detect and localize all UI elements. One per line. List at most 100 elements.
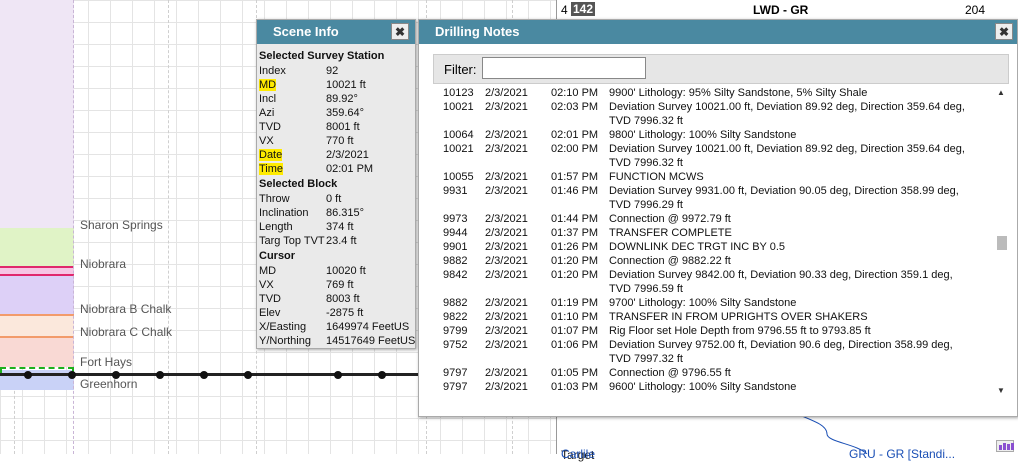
info-label: VX [259,135,274,147]
info-value: 02:01 PM [326,163,374,175]
section-header: Selected Block [259,178,338,190]
info-value: 0 ft [326,193,342,205]
scroll-up-icon[interactable]: ▲ [997,88,1005,97]
note-text: 9700' Lithology: 100% Silty Sandstone [609,297,797,309]
note-date: 2/3/2021 [485,171,528,183]
note-md: 9842 [443,269,468,281]
note-text: Deviation Survey 9842.00 ft, Deviation 9… [609,269,953,295]
section-header: Selected Survey Station [259,50,385,62]
close-icon[interactable]: ✖ [995,23,1013,40]
note-time: 02:03 PM [551,101,599,113]
note-row[interactable]: 9842 2/3/2021 01:20 PM Deviation Survey 984… [419,268,997,296]
info-value: -2875 ft [326,307,364,319]
filter-label: Filter: [444,62,477,77]
track-settings-icon[interactable] [996,440,1014,452]
note-time: 02:00 PM [551,143,599,155]
scene-info-panel[interactable]: Scene Info ✖ Selected Survey Station Ind… [256,19,416,349]
note-row[interactable]: 9944 2/3/2021 01:37 PM TRANSFER COMPLETE [419,226,997,240]
note-row[interactable]: 10021 2/3/2021 02:00 PM Deviation Survey 10… [419,142,997,170]
info-row: Targ Top TVT23.4 ft [259,234,415,248]
note-md: 9799 [443,325,468,337]
formation-label: Niobrara C Chalk [80,325,173,339]
info-value: 8001 ft [326,121,360,133]
info-label: X/Easting [259,321,307,333]
note-date: 2/3/2021 [485,339,528,351]
note-row[interactable]: 9901 2/3/2021 01:26 PM DOWNLINK DEC TRGT IN… [419,240,997,254]
info-row: Azi 359.64° [259,106,415,120]
info-row: Time 02:01 PM [259,162,415,176]
note-md: 9901 [443,241,468,253]
formation-label: Fort Hays [80,355,133,369]
note-md: 9931 [443,185,468,197]
info-label-highlighted: Time [259,163,284,175]
formation-band-overburden [0,0,74,228]
info-value: 374 ft [326,221,354,233]
track-number: 4 [561,3,568,17]
note-time: 02:10 PM [551,87,599,99]
info-value: 1649974 FeetUS [326,321,410,333]
note-row[interactable]: 9882 2/3/2021 01:20 PM Connection @ 9882.22… [419,254,997,268]
notes-list[interactable]: 10123 2/3/2021 02:10 PM 9900' Lithology: 95… [419,86,997,396]
survey-station-node[interactable] [244,371,252,379]
info-row: Date 2/3/2021 [259,148,415,162]
note-md: 10021 [443,101,474,113]
info-label: Targ Top TVT [259,235,325,247]
survey-station-node[interactable] [200,371,208,379]
note-text: 9600' Lithology: 100% Silty Sandstone [609,381,797,393]
note-date: 2/3/2021 [485,213,528,225]
note-row[interactable]: 10123 2/3/2021 02:10 PM 9900' Lithology: 95… [419,86,997,100]
info-row: VX 769 ft [259,278,415,292]
info-label: Inclination [259,207,309,219]
note-row[interactable]: 9752 2/3/2021 01:06 PM Deviation Survey 975… [419,338,997,366]
formation-band-niobrara-c [0,338,74,367]
note-md: 10123 [443,87,474,99]
note-text: Connection @ 9882.22 ft [609,255,731,267]
scroll-down-icon[interactable]: ▼ [997,386,1005,395]
formation-band-niobrara-b [0,316,74,336]
note-row[interactable]: 9882 2/3/2021 01:19 PM 9700' Lithology: 100… [419,296,997,310]
note-md: 10055 [443,171,474,183]
track-value-box: 142 [571,2,596,16]
drilling-notes-title[interactable]: Drilling Notes [419,20,1017,44]
note-md: 9944 [443,227,468,239]
formation-label: Niobrara B Chalk [80,302,172,316]
drilling-notes-panel[interactable]: Drilling Notes ✖ Filter: 10123 2/3/2021 02… [418,19,1018,417]
info-value: 8003 ft [326,293,360,305]
info-row: Length 374 ft [259,220,415,234]
note-row[interactable]: 9931 2/3/2021 01:46 PM Deviation Survey 993… [419,184,997,212]
note-md: 9752 [443,339,468,351]
survey-station-node[interactable] [156,371,164,379]
note-row[interactable]: 9822 2/3/2021 01:10 PM TRANSFER IN FROM UPR… [419,310,997,324]
note-date: 2/3/2021 [485,241,528,253]
scroll-thumb[interactable] [997,236,1007,250]
note-row[interactable]: 9797 2/3/2021 01:05 PM Connection @ 9796.55… [419,366,997,380]
note-row[interactable]: 10021 2/3/2021 02:03 PM Deviation Survey 10… [419,100,997,128]
note-row[interactable]: 10064 2/3/2021 02:01 PM 9800' Lithology: 10… [419,128,997,142]
note-md: 9882 [443,255,468,267]
grid-dash-line [168,0,169,454]
note-time: 01:07 PM [551,325,599,337]
notes-scrollbar[interactable]: ▲ ▼ [995,86,1009,396]
note-time: 01:20 PM [551,255,599,267]
info-value: 10020 ft [326,265,366,277]
survey-station-node[interactable] [68,371,76,379]
note-row[interactable]: 9797 2/3/2021 01:03 PM 9600' Lithology: 100… [419,380,997,394]
note-md: 10021 [443,143,474,155]
note-row[interactable]: 9799 2/3/2021 01:07 PM Rig Floor set Hole D… [419,324,997,338]
note-row[interactable]: 10055 2/3/2021 01:57 PM FUNCTION MCWS [419,170,997,184]
survey-station-node[interactable] [334,371,342,379]
filter-input[interactable] [482,57,646,79]
info-value: 359.64° [326,107,365,119]
survey-station-node[interactable] [24,371,32,379]
info-row: TVD 8003 ft [259,292,415,306]
info-row: MD 10021 ft [259,78,415,92]
survey-station-node[interactable] [112,371,120,379]
note-row[interactable]: 9973 2/3/2021 01:44 PM Connection @ 9972.79… [419,212,997,226]
note-date: 2/3/2021 [485,325,528,337]
survey-station-node[interactable] [378,371,386,379]
formation-band-niobrara [0,276,74,314]
close-icon[interactable]: ✖ [391,23,409,40]
section-divider [73,0,74,454]
note-date: 2/3/2021 [485,311,528,323]
info-value: 14517649 FeetUS [326,335,416,347]
